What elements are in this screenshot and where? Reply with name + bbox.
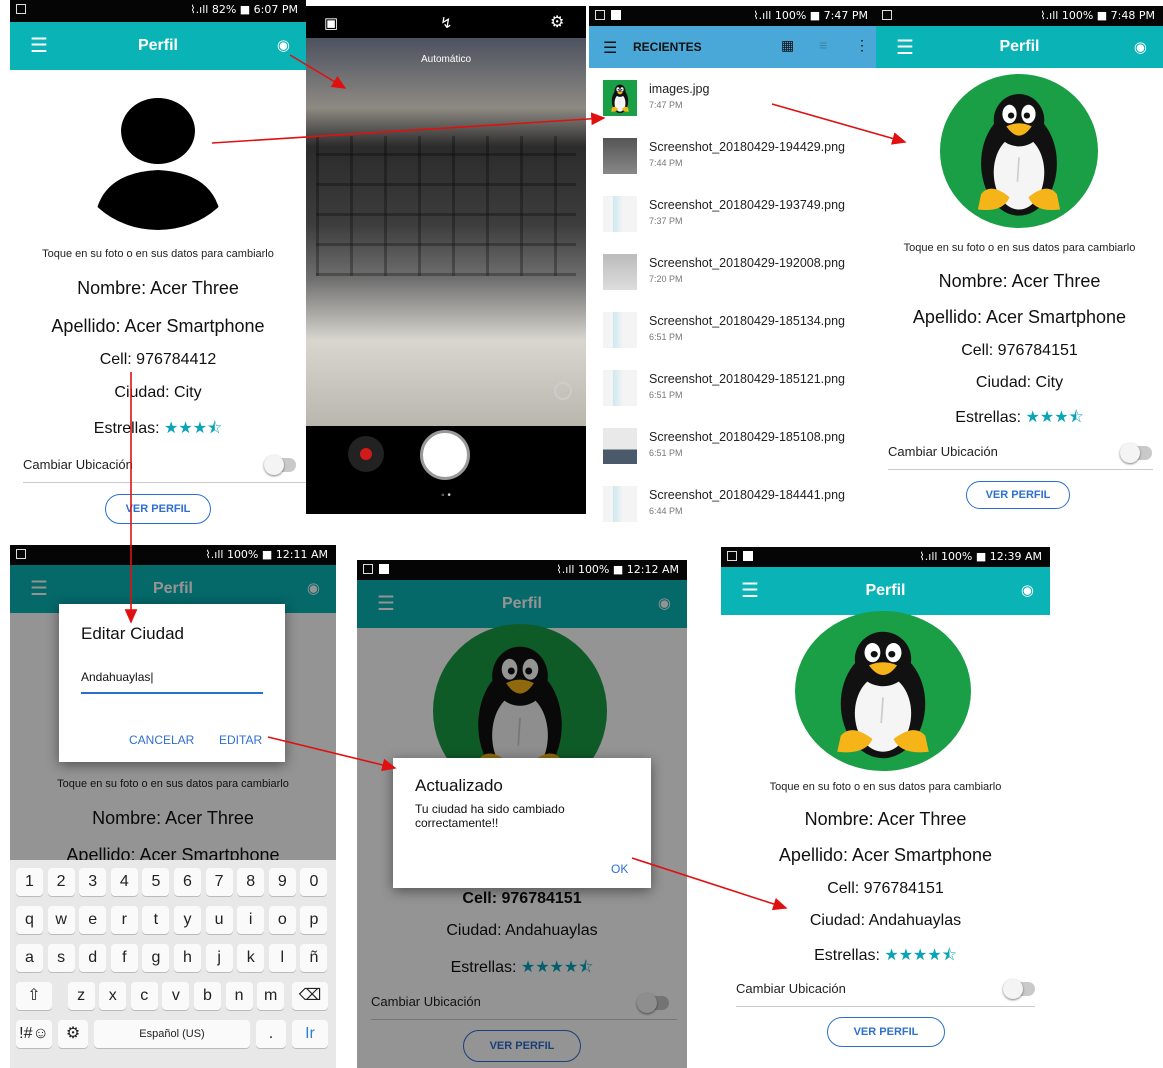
arrow-photo-to-files — [211, 112, 606, 144]
arrow-ok-to-result — [631, 857, 788, 911]
arrow-files-to-profile — [771, 103, 907, 145]
arrow-camera-to-capture — [289, 54, 347, 89]
flow-arrows — [124, 54, 907, 911]
arrow-edit-to-alert — [267, 736, 397, 772]
